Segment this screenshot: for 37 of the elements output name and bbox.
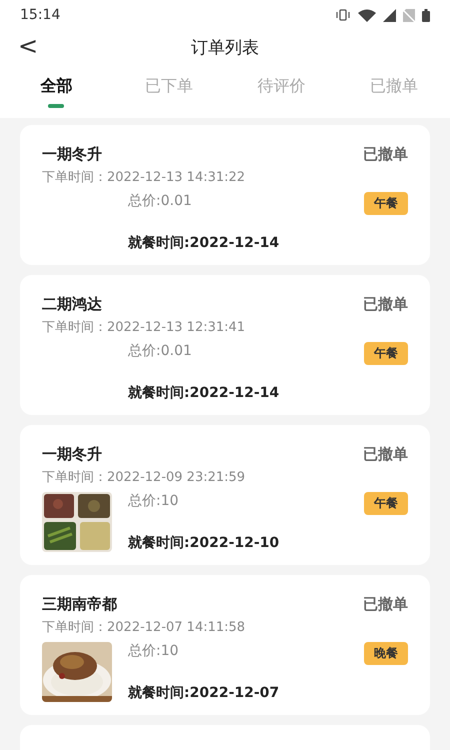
meal-tag: 午餐 [364,492,408,515]
status-time: 15:14 [20,7,60,23]
dining-time: 就餐时间:2022-12-14 [128,384,280,402]
order-time: 下单时间：2022-12-09 23:21:59 [42,469,246,486]
order-card[interactable]: 一期冬升 已撤单 下单时间：2022-12-13 14:31:22 总价:0.01 就餐时间:2022-12-14 午餐 [20,125,430,265]
back-button[interactable]: < [14,32,42,60]
wifi-icon [358,8,376,22]
order-card[interactable]: 三期南帝都 已撤单 下单时间：2022-12-07 14:11:58 总价:10 就餐时间:2022-12-07 晚餐 [20,575,430,715]
tab[interactable]: 全部 [0,65,112,118]
order-card[interactable]: 一期冬升 已撤单 下单时间：2022-12-09 23:21:59 总价:10 就餐时间:2022-12-10 午餐 [20,425,430,565]
meal-tag: 晚餐 [364,642,408,665]
canteen-name: 一期冬升 [42,445,102,464]
no-sim-icon [403,8,415,22]
vibrate-icon [335,9,351,21]
signal-icon [383,8,396,22]
order-time: 下单时间：2022-12-13 14:31:22 [42,169,246,186]
order-time: 下单时间：2022-12-13 12:31:41 [42,319,246,336]
dining-time: 就餐时间:2022-12-07 [128,684,280,702]
total-price: 总价:10 [128,642,180,660]
total-price: 总价:0.01 [128,192,193,210]
canteen-name: 一期冬升 [42,145,102,164]
battery-icon [422,8,430,22]
canteen-name: 三期南帝都 [42,595,117,614]
order-status: 已撤单 [363,145,408,164]
meal-tag: 午餐 [364,192,408,215]
order-time: 下单时间：2022-12-07 14:11:58 [42,619,246,636]
total-price: 总价:10 [128,492,180,510]
order-status: 已撤单 [363,295,408,314]
dining-time: 就餐时间:2022-12-14 [128,234,280,252]
canteen-name: 二期鸿达 [42,295,102,314]
order-status: 已撤单 [363,595,408,614]
total-price: 总价:0.01 [128,342,193,360]
page-title: 订单列表 [191,37,259,59]
order-card[interactable]: 二期鸿达 已撤单 下单时间：2022-12-13 12:31:41 总价:0.01 就餐时间:2022-12-14 午餐 [20,275,430,415]
meal-tag: 午餐 [364,342,408,365]
order-status: 已撤单 [363,445,408,464]
dining-time: 就餐时间:2022-12-10 [128,534,280,552]
